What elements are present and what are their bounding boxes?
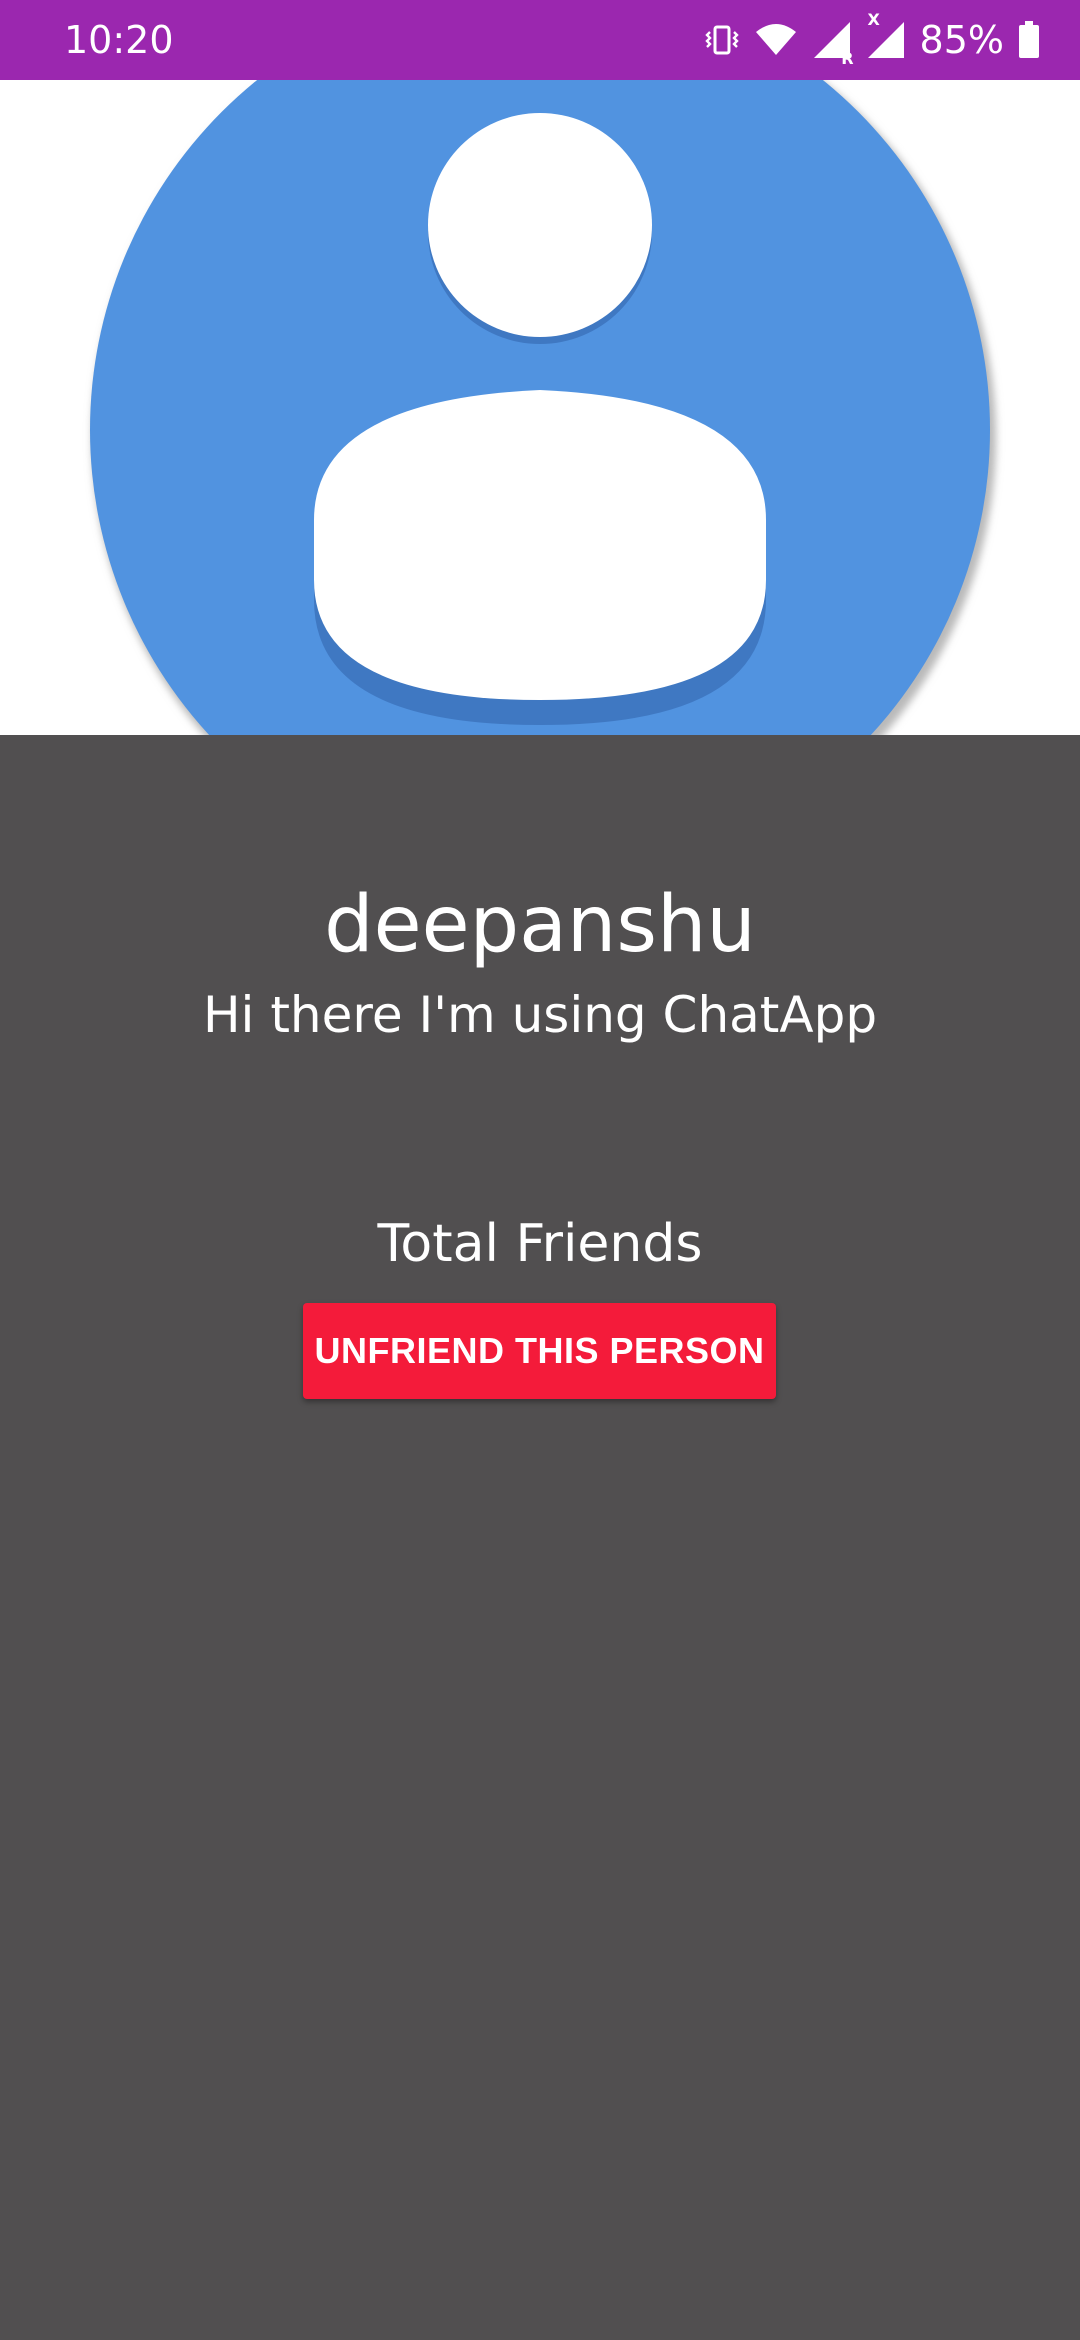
profile-image [0, 80, 1080, 735]
signal-roaming-icon: R [812, 20, 854, 68]
wifi-icon [754, 22, 798, 58]
vibrate-icon [704, 22, 740, 58]
profile-status: Hi there I'm using ChatApp [202, 986, 878, 1044]
no-data-label: X [867, 10, 880, 29]
status-time: 10:20 [64, 18, 174, 62]
default-avatar-icon [90, 80, 996, 735]
profile-details: deepanshu Hi there I'm using ChatApp Tot… [0, 735, 1080, 2340]
battery-percent: 85% [919, 18, 1004, 62]
unfriend-button[interactable]: UNFRIEND THIS PERSON [303, 1303, 776, 1399]
total-friends-label: Total Friends [377, 1214, 703, 1274]
status-bar: 10:20 R X 85% [0, 0, 1080, 80]
status-icons: R X 85% [704, 10, 1040, 68]
profile-name: deepanshu [324, 880, 756, 970]
battery-icon [1018, 21, 1040, 59]
signal-no-data-icon: X [866, 10, 906, 60]
roaming-label: R [841, 49, 854, 68]
